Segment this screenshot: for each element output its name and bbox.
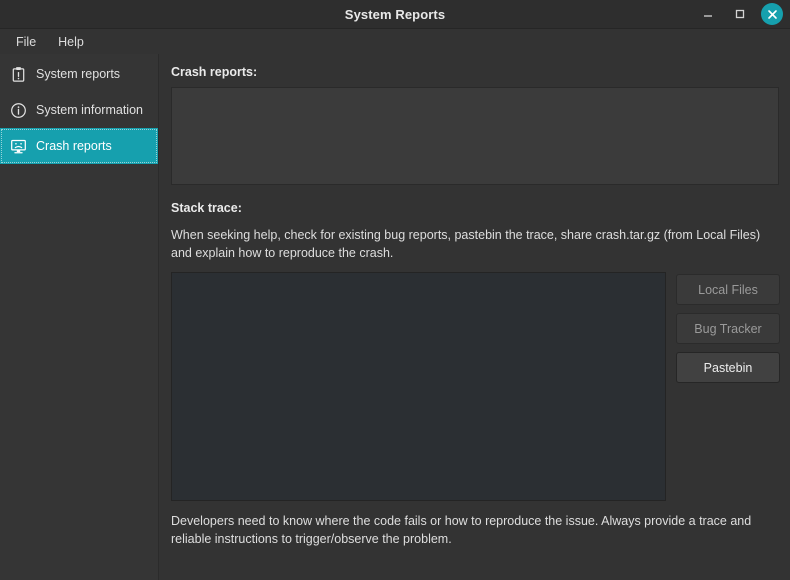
crash-reports-list[interactable] bbox=[171, 87, 779, 185]
info-circle-icon bbox=[9, 101, 27, 119]
sidebar: System reports System information Crash … bbox=[0, 54, 159, 580]
title-bar: System Reports bbox=[0, 0, 790, 29]
sidebar-item-label: System information bbox=[36, 103, 143, 117]
crash-reports-label: Crash reports: bbox=[171, 65, 258, 79]
application-window: System Reports File Help System reports … bbox=[0, 0, 790, 580]
menu-item-help[interactable]: Help bbox=[50, 32, 92, 52]
stack-trace-help-text: When seeking help, check for existing bu… bbox=[171, 228, 761, 261]
sidebar-item-label: Crash reports bbox=[36, 139, 112, 153]
monitor-crash-icon bbox=[9, 137, 27, 155]
stack-trace-row: Local Files Bug Tracker Pastebin bbox=[171, 272, 780, 502]
bug-tracker-button[interactable]: Bug Tracker bbox=[676, 313, 780, 345]
local-files-button[interactable]: Local Files bbox=[676, 274, 780, 306]
sidebar-item-crash-reports[interactable]: Crash reports bbox=[0, 128, 158, 164]
window-body: System reports System information Crash … bbox=[0, 54, 790, 580]
stack-trace-textarea[interactable] bbox=[171, 272, 666, 502]
footer-help-text: Developers need to know where the code f… bbox=[171, 514, 752, 547]
window-title: System Reports bbox=[344, 6, 446, 22]
sidebar-item-system-reports[interactable]: System reports bbox=[0, 56, 158, 92]
close-icon[interactable] bbox=[761, 3, 783, 25]
sidebar-item-system-information[interactable]: System information bbox=[0, 92, 158, 128]
pastebin-button[interactable]: Pastebin bbox=[676, 352, 780, 384]
main-content: Crash reports: Stack trace: When seeking… bbox=[159, 54, 790, 580]
minimize-icon[interactable] bbox=[697, 3, 719, 25]
maximize-icon[interactable] bbox=[729, 3, 751, 25]
sidebar-item-label: System reports bbox=[36, 67, 121, 81]
menu-bar: File Help bbox=[0, 29, 790, 54]
action-button-column: Local Files Bug Tracker Pastebin bbox=[676, 272, 780, 384]
clipboard-alert-icon bbox=[9, 65, 27, 83]
stack-trace-label: Stack trace: bbox=[171, 201, 242, 215]
menu-item-file[interactable]: File bbox=[8, 32, 44, 52]
window-controls bbox=[697, 0, 783, 28]
